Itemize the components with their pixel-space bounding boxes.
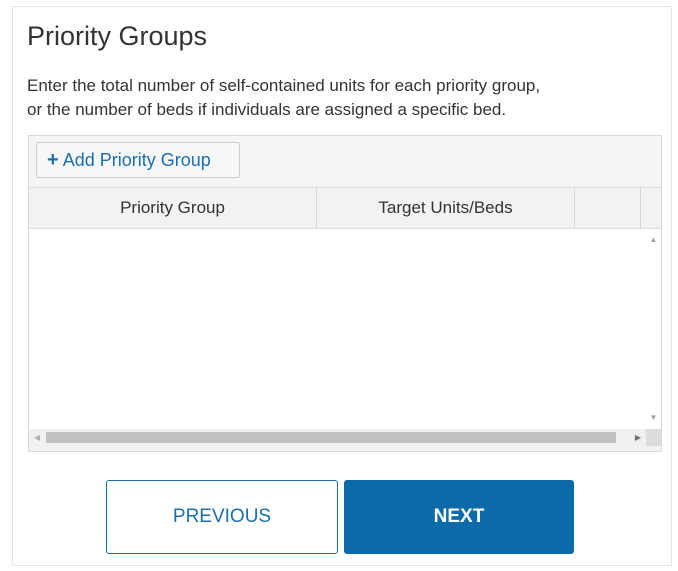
horizontal-scroll-thumb[interactable]	[46, 432, 616, 443]
scroll-left-arrow-icon[interactable]: ◀	[29, 429, 45, 446]
next-button[interactable]: NEXT	[344, 480, 574, 554]
page-title: Priority Groups	[27, 21, 208, 51]
horizontal-scrollbar[interactable]: ◀ ▶	[29, 429, 646, 446]
grid-toolbar: + Add Priority Group	[29, 136, 661, 187]
section-description: Enter the total number of self-contained…	[27, 74, 667, 122]
description-line-1: Enter the total number of self-contained…	[27, 76, 541, 95]
priority-groups-panel: Priority Groups Enter the total number o…	[12, 6, 672, 566]
grid-header-row: Priority Group Target Units/Beds	[29, 187, 661, 229]
column-header-priority-group[interactable]: Priority Group	[29, 188, 317, 228]
description-line-2: or the number of beds if individuals are…	[27, 100, 507, 119]
priority-groups-grid: + Add Priority Group Priority Group Targe…	[28, 135, 662, 452]
scroll-up-arrow-icon[interactable]: ▲	[646, 233, 661, 247]
add-priority-group-label: Add Priority Group	[62, 150, 211, 170]
scroll-down-arrow-icon[interactable]: ▼	[646, 411, 661, 425]
vertical-scrollbar[interactable]: ▲ ▼	[646, 229, 661, 429]
grid-body	[29, 229, 646, 429]
add-priority-group-button[interactable]: + Add Priority Group	[36, 142, 240, 178]
scroll-right-arrow-icon[interactable]: ▶	[630, 429, 646, 446]
column-header-actions	[575, 188, 641, 228]
column-header-target-units-beds[interactable]: Target Units/Beds	[317, 188, 575, 228]
previous-button[interactable]: PREVIOUS	[106, 480, 338, 554]
plus-icon: +	[47, 149, 59, 171]
scrollbar-corner	[646, 429, 661, 446]
